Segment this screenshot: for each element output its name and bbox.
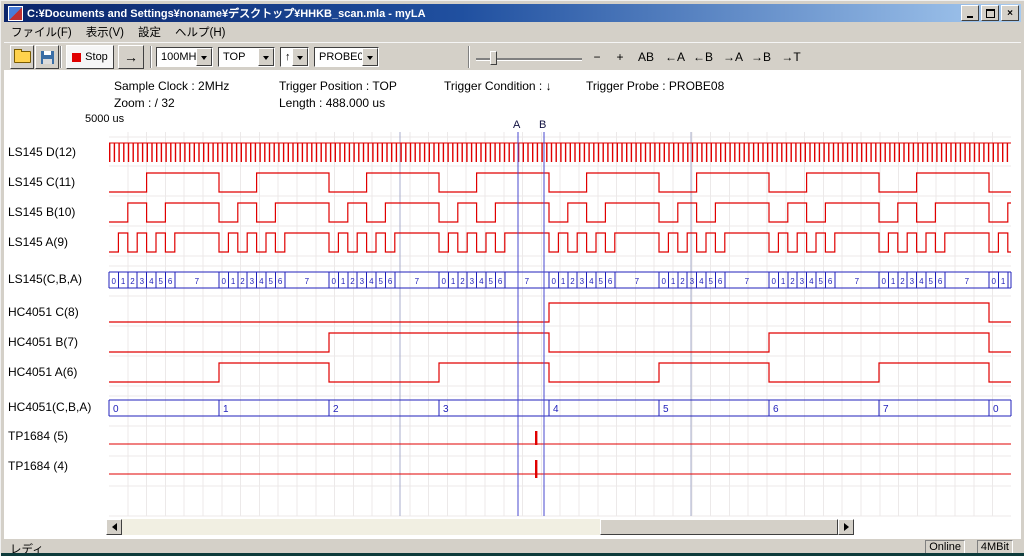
stop-icon [72,53,81,62]
channel-label: HC4051(C,B,A) [8,400,106,415]
minimize-icon [967,16,973,18]
channel-label: HC4051 C(8) [8,305,106,320]
scroll-right-icon [844,523,853,531]
trigger-condition-info: Trigger Condition : ↓ [444,79,552,93]
time-division-label: 5000 us [85,113,124,125]
clock-select[interactable]: 100MHz [156,47,213,67]
cursor-a-label[interactable]: A [513,119,520,131]
waveform-client-area [4,70,1021,538]
trigger-edge-select[interactable]: ↑ [280,47,309,67]
channel-label: LS145 C(11) [8,175,106,190]
save-icon [41,51,54,64]
window-title: C:¥Documents and Settings¥noname¥デスクトップ¥… [27,5,959,21]
close-button[interactable]: × [1001,5,1019,21]
toolbar-separator [150,46,152,68]
channel-label: LS145 A(9) [8,235,106,250]
goto-trigger-button[interactable]: →T [778,47,804,67]
minimize-button[interactable] [961,5,979,21]
channel-label: LS145 D(12) [8,145,106,160]
horizontal-scrollbar[interactable] [106,519,854,535]
toolbar-separator [468,46,470,68]
channel-label: HC4051 B(7) [8,335,106,350]
open-folder-icon [14,51,31,63]
stop-label: Stop [85,51,108,63]
channel-label: TP1684 (4) [8,459,106,474]
zoom-info: Zoom : / 32 [114,96,175,110]
chevron-down-icon[interactable] [292,48,308,66]
maximize-icon [986,9,995,18]
chevron-down-icon[interactable] [362,48,378,66]
run-button[interactable]: → [118,45,144,69]
chevron-down-icon[interactable] [258,48,274,66]
trigger-position-select[interactable]: TOP [218,47,275,67]
channel-label: TP1684 (5) [8,429,106,444]
scrollbar-left-button[interactable] [106,519,122,535]
menu-item[interactable]: 設定 [131,22,168,42]
channel-label: LS145(C,B,A) [8,272,106,287]
zoom-slider[interactable] [476,55,582,69]
chevron-down-icon[interactable] [196,48,212,66]
goto-a-right-button[interactable]: →A [720,47,746,67]
trigger-edge-value: ↑ [285,51,291,63]
app-icon [8,6,23,21]
goto-b-right-button[interactable]: →B [748,47,774,67]
cursor-b-label[interactable]: B [539,119,546,131]
probe-select[interactable]: PROBE00 [314,47,379,67]
menu-item[interactable]: ヘルプ(H) [168,22,232,42]
toolbar: Stop → 100MHz TOP ↑ PROBE00 − + AB ←A ←B… [4,42,1021,72]
menu-item[interactable]: 表示(V) [79,22,131,42]
trigger-position-info: Trigger Position : TOP [279,79,397,93]
ab-button[interactable]: AB [633,47,659,67]
trigger-position-value: TOP [223,51,245,63]
trigger-probe-info: Trigger Probe : PROBE08 [586,79,724,93]
zoom-slider-thumb[interactable] [490,51,497,65]
length-info: Length : 488.000 us [279,96,385,110]
stop-button[interactable]: Stop [66,45,114,69]
menu-bar: ファイル(F)表示(V)設定ヘルプ(H) [4,22,1021,42]
open-button[interactable] [10,45,34,69]
scrollbar-track[interactable] [122,519,838,535]
zoom-out-button[interactable]: − [587,47,607,67]
toolbar-separator [60,46,62,68]
title-bar[interactable]: C:¥Documents and Settings¥noname¥デスクトップ¥… [4,4,1021,22]
scroll-left-icon [108,523,117,531]
application-window: C:¥Documents and Settings¥noname¥デスクトップ¥… [0,0,1024,556]
save-button[interactable] [35,45,59,69]
zoom-in-button[interactable]: + [610,47,630,67]
channel-label: LS145 B(10) [8,205,106,220]
window-controls: × [959,5,1019,21]
goto-b-left-button[interactable]: ←B [690,47,716,67]
goto-a-left-button[interactable]: ←A [662,47,688,67]
channel-label: HC4051 A(6) [8,365,106,380]
menu-item[interactable]: ファイル(F) [4,22,79,42]
sample-clock-info: Sample Clock : 2MHz [114,79,229,93]
maximize-button[interactable] [981,5,999,21]
scrollbar-right-button[interactable] [838,519,854,535]
scrollbar-thumb[interactable] [600,519,838,535]
